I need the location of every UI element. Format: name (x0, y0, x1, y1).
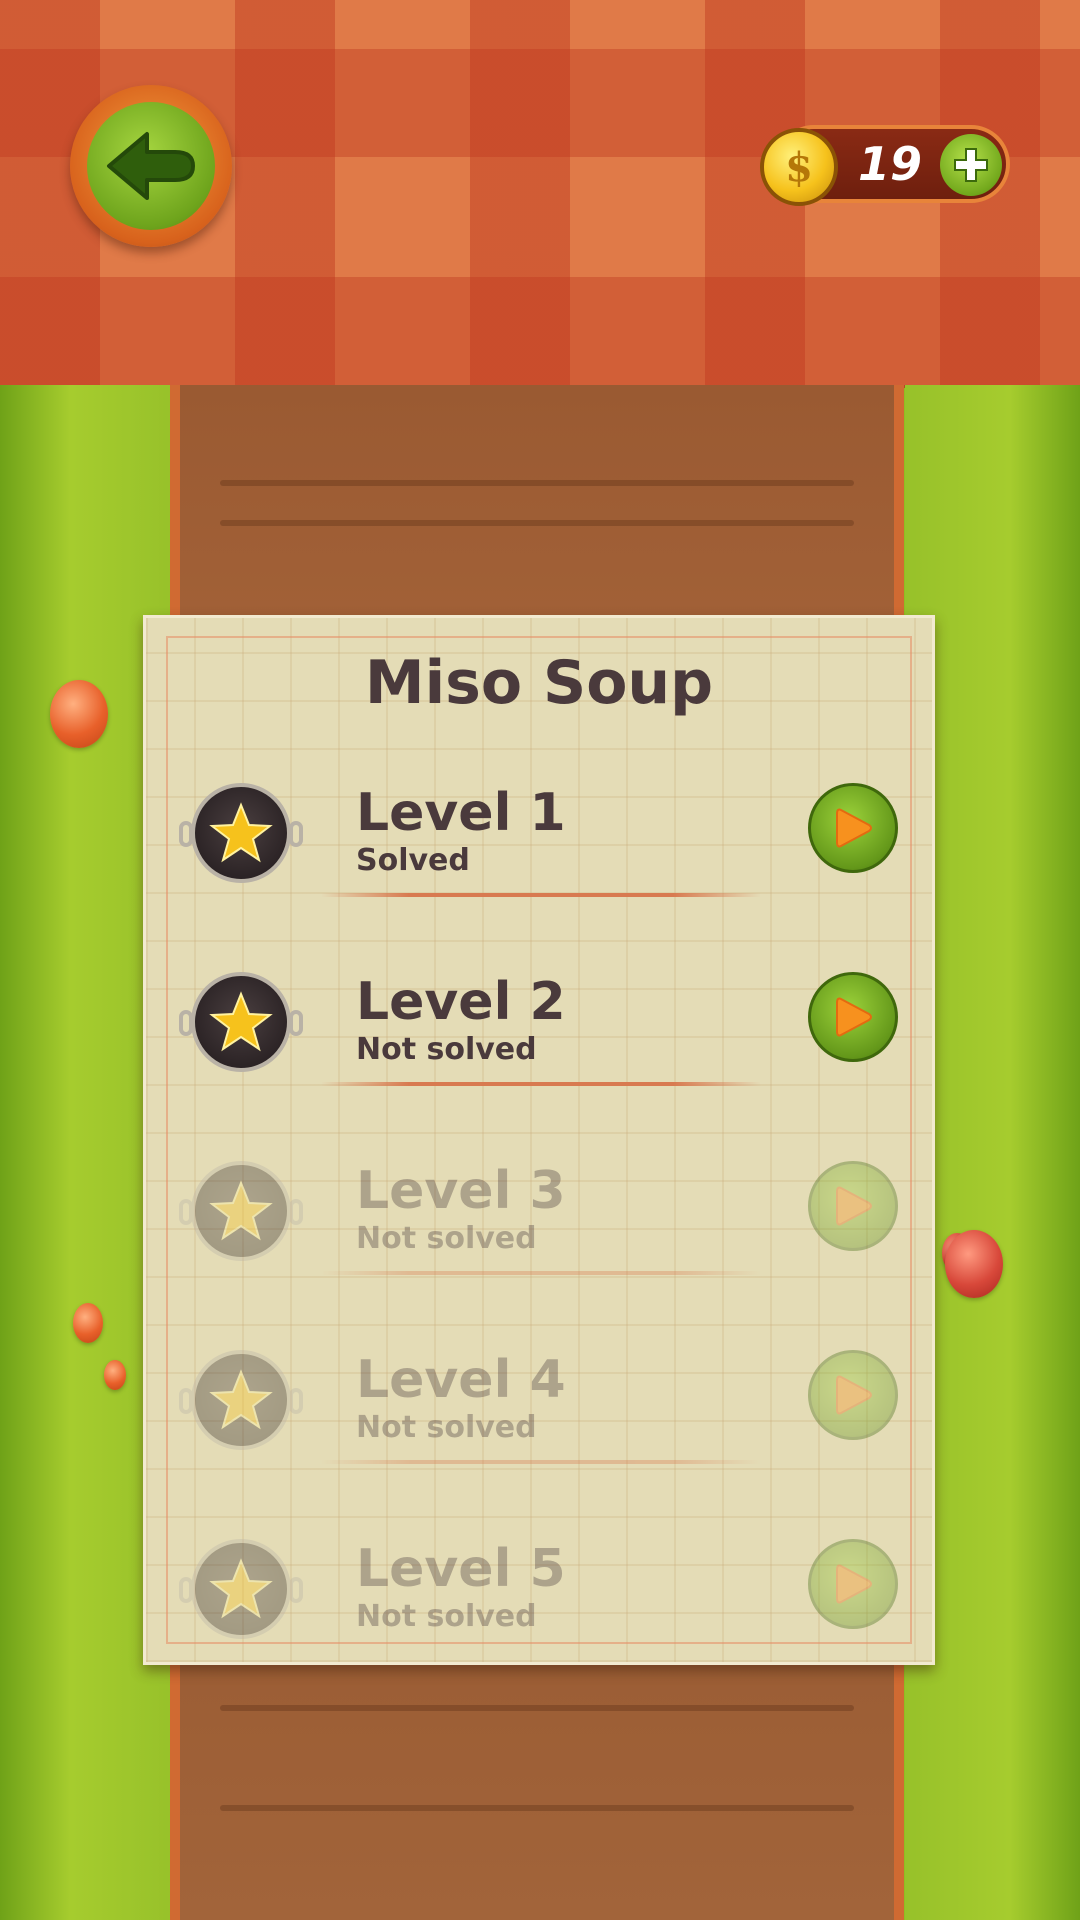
play-icon (836, 1186, 872, 1226)
level-status: Solved (356, 843, 470, 878)
level-status: Not solved (356, 1032, 537, 1067)
star-pan-icon (179, 972, 303, 1072)
wood-grain (220, 480, 854, 486)
level-name: Level 5 (356, 1539, 566, 1599)
level-status: Not solved (356, 1221, 537, 1256)
level-name: Level 1 (356, 783, 566, 843)
level-status: Not solved (356, 1410, 537, 1445)
back-button-face (87, 102, 215, 230)
level-row-5: Level 5 Not solved (146, 1529, 932, 1699)
level-row-2: Level 2 Not solved (146, 962, 932, 1132)
divider-line (321, 1460, 761, 1464)
card-title: Miso Soup (364, 648, 714, 718)
berry-decoration (50, 680, 108, 748)
level-name: Level 3 (356, 1161, 566, 1221)
level-select-card: Miso Soup Level 1 Solved Level 2 Not sol… (143, 615, 935, 1665)
berry-decoration (104, 1360, 126, 1390)
play-icon (836, 808, 872, 848)
level-row-4: Level 4 Not solved (146, 1340, 932, 1510)
star-pan-icon (179, 1539, 303, 1639)
wood-grain (220, 1705, 854, 1711)
play-icon (836, 1564, 872, 1604)
arrow-left-icon (107, 132, 195, 200)
wood-grain (220, 1805, 854, 1811)
dollar-coin-icon: $ (760, 128, 838, 206)
star-pan-icon (179, 783, 303, 883)
star-icon (209, 1180, 273, 1241)
level-name: Level 2 (356, 972, 566, 1032)
star-icon (209, 802, 273, 863)
play-level-3-button (808, 1161, 898, 1251)
add-coins-button[interactable] (940, 134, 1002, 196)
star-icon (209, 1558, 273, 1619)
berry-decoration (73, 1303, 103, 1343)
wood-grain (220, 520, 854, 526)
star-pan-icon (179, 1161, 303, 1261)
play-icon (836, 997, 872, 1037)
play-level-1-button[interactable] (808, 783, 898, 873)
level-status: Not solved (356, 1599, 537, 1634)
berry-decoration (945, 1230, 1003, 1298)
play-level-5-button (808, 1539, 898, 1629)
star-icon (209, 991, 273, 1052)
play-level-2-button[interactable] (808, 972, 898, 1062)
divider-line (321, 893, 761, 897)
level-row-1: Level 1 Solved (146, 773, 932, 943)
plus-icon (954, 148, 988, 182)
star-pan-icon (179, 1350, 303, 1450)
level-name: Level 4 (356, 1350, 566, 1410)
coin-count: 19 (857, 137, 922, 191)
star-icon (209, 1369, 273, 1430)
level-row-3: Level 3 Not solved (146, 1151, 932, 1321)
divider-line (321, 1082, 761, 1086)
play-level-4-button (808, 1350, 898, 1440)
back-button[interactable] (70, 85, 232, 247)
play-icon (836, 1375, 872, 1415)
divider-line (321, 1271, 761, 1275)
